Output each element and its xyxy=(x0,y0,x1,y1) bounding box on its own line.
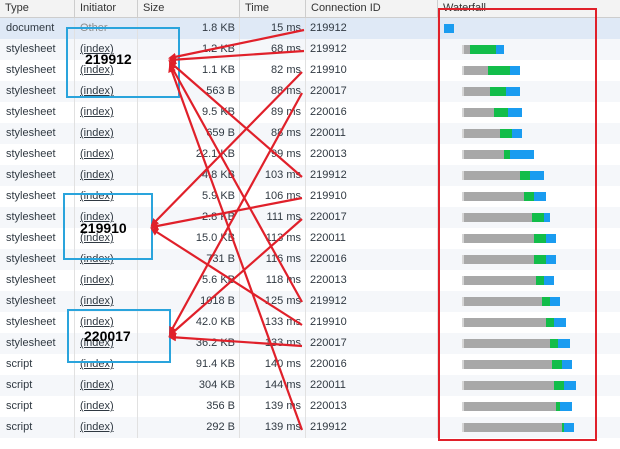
annotation-arrows xyxy=(150,28,305,431)
arrow-219912-b xyxy=(168,49,305,64)
arrow-220017-a xyxy=(169,92,303,335)
arrow-219912-d xyxy=(169,62,303,303)
arrow-219912-a xyxy=(168,28,305,61)
arrow-220017-b xyxy=(168,218,303,337)
arrow-220017-c xyxy=(168,333,303,348)
arrow-219910-c xyxy=(150,227,303,326)
